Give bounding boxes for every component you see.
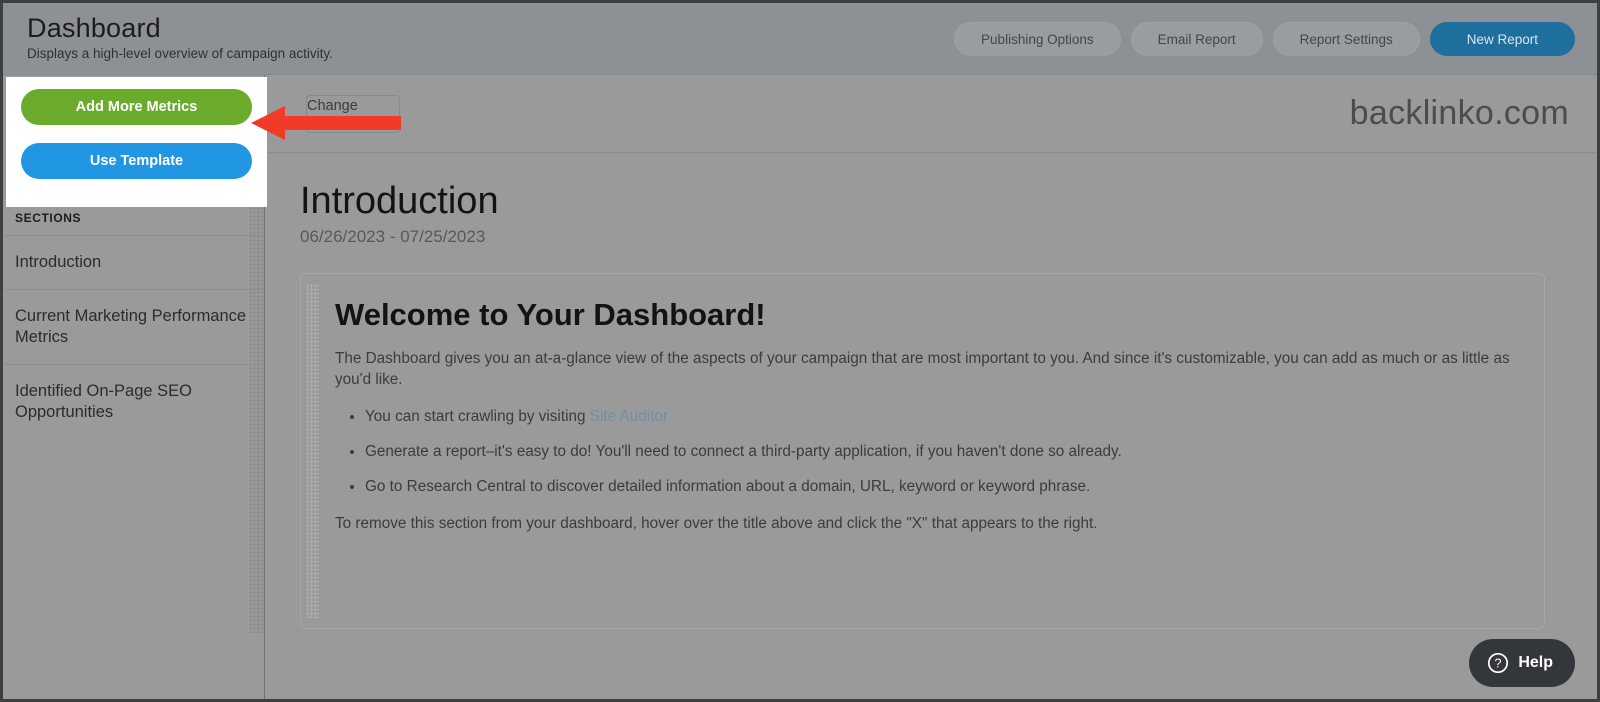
brand-bar: Change Logo backlinko.com [266,75,1597,153]
sidebar-item-identified-on-page-seo-opportunities[interactable]: Identified On-Page SEO Opportunities [3,364,264,439]
content-area: Introduction 06/26/2023 - 07/25/2023 Wel… [266,153,1597,629]
page-title: Dashboard [27,13,161,43]
use-template-button[interactable]: Use Template [21,143,252,179]
add-more-metrics-button[interactable]: Add More Metrics [21,89,252,125]
svg-text:?: ? [1495,657,1502,671]
list-item: Generate a report–it's easy to do! You'l… [365,441,1518,462]
header-actions: Publishing Options Email Report Report S… [954,3,1597,56]
welcome-card: Welcome to Your Dashboard! The Dashboard… [300,273,1545,629]
sidebar-resize-handle[interactable] [250,203,264,633]
report-settings-button[interactable]: Report Settings [1272,22,1420,56]
welcome-card-footer: To remove this section from your dashboa… [335,515,1098,532]
date-range: 06/26/2023 - 07/25/2023 [300,227,486,246]
sidebar-item-current-marketing-performance-metrics[interactable]: Current Marketing Performance Metrics [3,289,264,364]
section-heading: Introduction [300,180,499,222]
main-content: Change Logo backlinko.com Introduction 0… [266,75,1597,699]
sidebar-item-introduction[interactable]: Introduction [3,235,264,289]
sidebar-sections-label: SECTIONS [15,211,82,225]
email-report-button[interactable]: Email Report [1130,22,1263,56]
site-auditor-link[interactable]: Site Auditor [590,408,668,425]
card-drag-handle[interactable] [307,284,319,618]
app-window: Dashboard Displays a high-level overview… [0,0,1600,702]
header-titles: Dashboard Displays a high-level overview… [3,3,333,61]
app-header: Dashboard Displays a high-level overview… [3,3,1597,75]
help-widget-button[interactable]: ? Help [1469,639,1575,687]
highlighted-actions-panel: Add More Metrics Use Template [6,77,267,207]
brand-domain: backlinko.com [1349,94,1569,132]
welcome-card-intro: The Dashboard gives you an at-a-glance v… [335,350,1510,388]
page-subtitle: Displays a high-level overview of campai… [27,46,333,61]
publishing-options-button[interactable]: Publishing Options [954,22,1121,56]
new-report-button[interactable]: New Report [1429,22,1575,56]
bullet-text: You can start crawling by visiting [365,408,590,425]
list-item: You can start crawling by visiting Site … [365,406,1518,427]
annotation-arrow-icon [251,106,401,140]
list-item: Go to Research Central to discover detai… [365,476,1518,497]
welcome-card-title: Welcome to Your Dashboard! [335,297,766,332]
welcome-card-bullets: You can start crawling by visiting Site … [365,406,1518,497]
question-circle-icon: ? [1488,652,1509,674]
help-widget-label: Help [1518,654,1553,671]
